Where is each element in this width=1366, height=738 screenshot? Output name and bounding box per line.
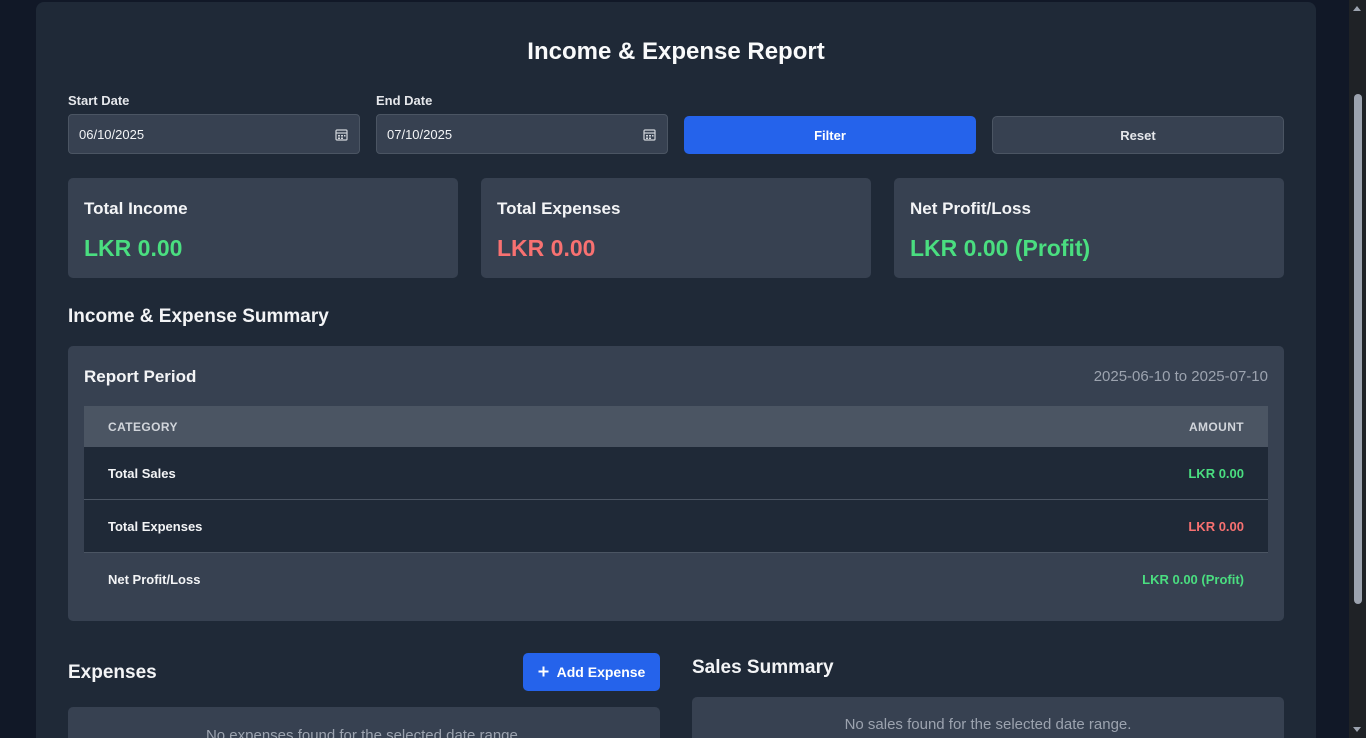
card-title: Total Income	[84, 199, 188, 218]
table-row: Net Profit/Loss LKR 0.00 (Profit)	[84, 553, 1268, 606]
expenses-empty-state: No expenses found for the selected date …	[68, 707, 660, 738]
total-expenses-value: LKR 0.00	[497, 235, 596, 261]
plus-icon	[538, 664, 549, 680]
sales-empty-text: No sales found for the selected date ran…	[844, 716, 1132, 733]
table-header: CATEGORY AMOUNT	[84, 406, 1268, 447]
card-title: Net Profit/Loss	[910, 199, 1031, 218]
row-amount: LKR 0.00	[1188, 518, 1244, 534]
expenses-section-title: Expenses	[68, 662, 157, 683]
end-date-label: End Date	[376, 93, 433, 108]
total-income-card: Total Income LKR 0.00	[68, 178, 458, 278]
add-expense-label: Add Expense	[556, 664, 646, 680]
net-profit-card: Net Profit/Loss LKR 0.00 (Profit)	[894, 178, 1284, 278]
summary-panel: Report Period 2025-06-10 to 2025-07-10 C…	[68, 346, 1284, 621]
net-profit-value: LKR 0.00 (Profit)	[910, 235, 1091, 261]
calendar-icon[interactable]	[637, 114, 661, 154]
report-period-label: Report Period	[84, 367, 197, 386]
add-expense-button[interactable]: Add Expense	[523, 653, 660, 691]
summary-section-title: Income & Expense Summary	[68, 306, 329, 327]
start-date-value: 06/10/2025	[79, 126, 145, 142]
category-header: CATEGORY	[108, 419, 178, 434]
row-amount: LKR 0.00 (Profit)	[1142, 572, 1244, 587]
amount-header: AMOUNT	[1188, 419, 1244, 434]
report-period-range: 2025-06-10 to 2025-07-10	[1093, 368, 1268, 385]
row-category: Net Profit/Loss	[108, 572, 201, 587]
table-row: Total Expenses LKR 0.00	[84, 500, 1268, 553]
page-title: Income & Expense Report	[527, 38, 825, 65]
scroll-down-icon[interactable]	[1353, 727, 1361, 732]
expenses-empty-text: No expenses found for the selected date …	[205, 727, 523, 738]
sales-section-title: Sales Summary	[692, 657, 834, 678]
total-income-value: LKR 0.00	[84, 235, 183, 261]
end-date-input[interactable]: 07/10/2025	[376, 114, 668, 154]
scroll-up-icon[interactable]	[1353, 6, 1361, 11]
scroll-thumb[interactable]	[1354, 94, 1362, 604]
sales-empty-state: No sales found for the selected date ran…	[692, 697, 1284, 738]
table-row: Total Sales LKR 0.00	[84, 447, 1268, 500]
report-page: Income & Expense Report Start Date 06/10…	[36, 2, 1316, 738]
row-category: Total Sales	[108, 465, 176, 481]
start-date-label: Start Date	[68, 93, 130, 108]
row-amount: LKR 0.00	[1188, 465, 1244, 481]
start-date-input[interactable]: 06/10/2025	[68, 114, 360, 154]
row-category: Total Expenses	[108, 518, 203, 534]
calendar-icon[interactable]	[329, 114, 353, 154]
vertical-scrollbar[interactable]	[1349, 0, 1366, 738]
filter-button[interactable]: Filter	[684, 116, 976, 154]
total-expenses-card: Total Expenses LKR 0.00	[481, 178, 871, 278]
summary-table: CATEGORY AMOUNT Total Sales LKR 0.00 Tot…	[84, 406, 1268, 606]
card-title: Total Expenses	[497, 199, 621, 218]
end-date-value: 07/10/2025	[387, 126, 453, 142]
reset-button[interactable]: Reset	[992, 116, 1284, 154]
